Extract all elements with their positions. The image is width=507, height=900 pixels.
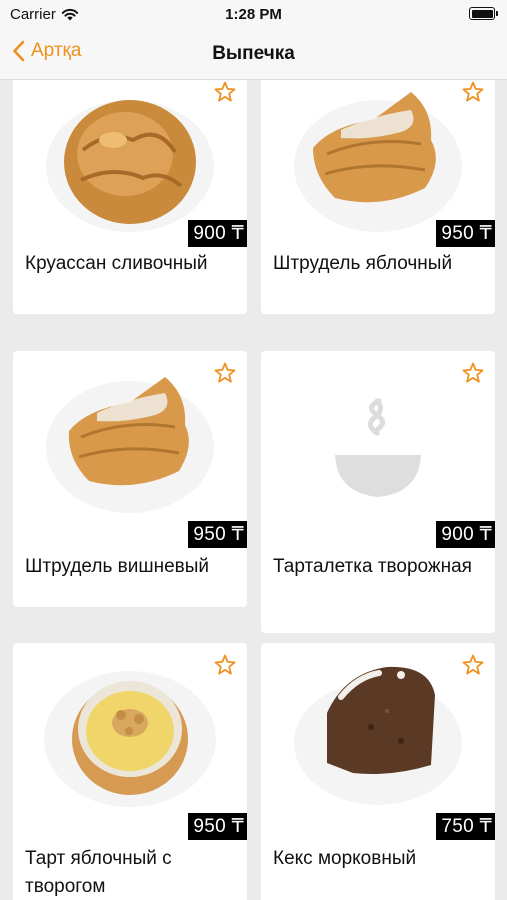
favorite-star-icon[interactable] (213, 80, 237, 104)
product-name: Круассан сливочный (25, 253, 208, 274)
product-card[interactable]: 950 ₸ Штрудель яблочный (261, 80, 495, 314)
favorite-star-icon[interactable] (461, 361, 485, 385)
product-name: Штрудель вишневый (25, 556, 209, 577)
page-title: Выпечка (212, 43, 295, 64)
status-bar: Carrier 1:28 PM (0, 0, 507, 30)
carrot-cake-photo (294, 666, 462, 805)
product-card[interactable]: 750 ₸ Кекс морковный (261, 643, 495, 900)
favorite-star-icon[interactable] (461, 653, 485, 677)
croissant-photo (46, 100, 214, 232)
price-tag: 900 ₸ (436, 521, 495, 548)
product-card[interactable]: 950 ₸ Тарт яблочный с творогом (13, 643, 247, 900)
strudel-photo (294, 92, 462, 232)
product-card[interactable]: 900 ₸ Круассан сливочный (13, 80, 247, 314)
strudel-photo (46, 377, 214, 513)
product-name: Кекс морковный (273, 848, 417, 869)
favorite-star-icon[interactable] (461, 80, 485, 104)
product-name: Тарт яблочный с творогом (25, 848, 172, 897)
price-tag: 950 ₸ (436, 220, 495, 247)
price-tag: 950 ₸ (188, 521, 247, 548)
navigation-bar: Артқа Выпечка (0, 30, 507, 80)
favorite-star-icon[interactable] (213, 361, 237, 385)
product-name: Тарталетка творожная (273, 556, 472, 577)
price-tag: 900 ₸ (188, 220, 247, 247)
product-card[interactable]: 900 ₸ Тарталетка творожная (261, 351, 495, 633)
price-tag: 950 ₸ (188, 813, 247, 840)
favorite-star-icon[interactable] (213, 653, 237, 677)
product-name: Штрудель яблочный (273, 253, 453, 274)
status-time: 1:28 PM (225, 6, 282, 23)
product-card[interactable]: 950 ₸ Штрудель вишневый (13, 351, 247, 607)
product-grid: 900 ₸ Круассан сливочный 950 ₸ Штрудель … (0, 80, 507, 900)
placeholder-bowl-icon (335, 398, 421, 497)
price-tag: 750 ₸ (436, 813, 495, 840)
battery-icon (469, 7, 498, 20)
tart-photo (44, 671, 216, 807)
